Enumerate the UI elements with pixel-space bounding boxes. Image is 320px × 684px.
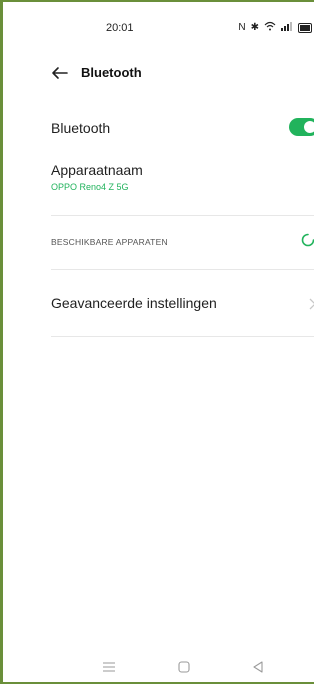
menu-button[interactable]: [100, 658, 118, 676]
phone-frame: 20:01 N ✱ Bluetooth Bluetooth Apparaatna…: [0, 0, 314, 684]
navigation-bar: [3, 652, 314, 682]
chevron-right-icon: [309, 298, 314, 310]
bluetooth-label: Bluetooth: [51, 120, 111, 136]
available-devices-header: BESCHIKBARE APPARATEN: [51, 230, 314, 254]
status-icons: N ✱: [238, 21, 312, 34]
loading-spinner-icon: [301, 233, 314, 247]
status-bar: 20:01 N ✱: [3, 2, 314, 54]
back-button[interactable]: [49, 62, 71, 84]
page-title: Bluetooth: [81, 65, 142, 80]
bluetooth-toggle[interactable]: [289, 118, 314, 136]
bluetooth-icon: ✱: [250, 21, 259, 33]
back-nav-button[interactable]: [249, 658, 267, 676]
arrow-left-icon: [52, 67, 68, 79]
signal-icon: [281, 21, 293, 34]
nfc-icon: N: [238, 21, 246, 33]
battery-icon: [298, 22, 312, 33]
advanced-settings-row[interactable]: Geavanceerde instellingen: [51, 290, 314, 318]
toggle-knob: [304, 121, 314, 133]
divider: [51, 215, 314, 216]
menu-icon: [103, 662, 115, 672]
device-name-row[interactable]: Apparaatnaam OPPO Reno4 Z 5G: [51, 160, 314, 208]
divider: [51, 269, 314, 270]
divider: [51, 336, 314, 337]
device-name-label: Apparaatnaam: [51, 162, 143, 178]
header: Bluetooth: [3, 58, 314, 88]
available-devices-label: BESCHIKBARE APPARATEN: [51, 237, 168, 247]
home-icon: [178, 661, 190, 673]
home-button[interactable]: [175, 658, 193, 676]
bluetooth-row[interactable]: Bluetooth: [51, 114, 314, 142]
advanced-settings-label: Geavanceerde instellingen: [51, 295, 217, 311]
status-time: 20:01: [106, 22, 134, 34]
wifi-icon: [264, 21, 276, 34]
back-triangle-icon: [253, 661, 263, 673]
device-name-value: OPPO Reno4 Z 5G: [51, 182, 129, 192]
